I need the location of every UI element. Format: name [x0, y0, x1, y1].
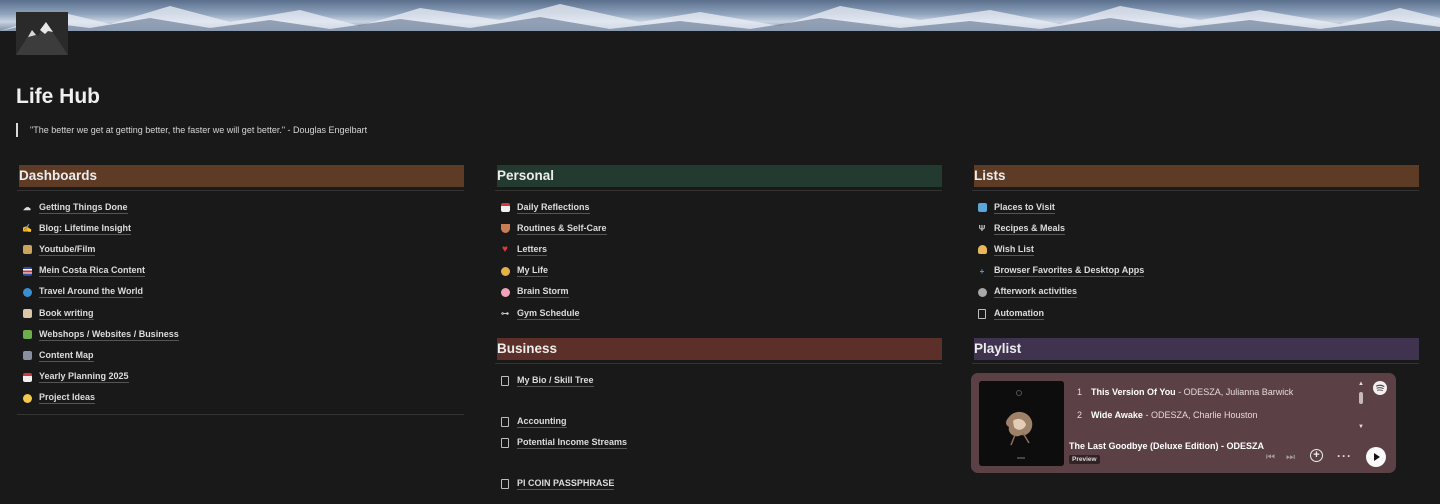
dumbbell-icon: ⊶ — [501, 309, 509, 319]
writing-hand-icon: ✍ — [22, 224, 32, 234]
heart-icon: ♥ — [502, 244, 508, 256]
divider — [17, 413, 464, 415]
page-icon — [499, 437, 511, 449]
flag-icon — [21, 265, 33, 277]
track-title: Wide Awake — [1091, 410, 1143, 420]
list-item[interactable]: ♥ Letters — [495, 239, 942, 260]
personal-heading: Personal — [495, 165, 942, 191]
bowl-icon — [499, 223, 511, 235]
track-row[interactable]: 2 Wide Awake - ODESZA, Charlie Houston — [1077, 410, 1258, 420]
list-item[interactable]: My Bio / Skill Tree — [495, 370, 942, 391]
list-item[interactable]: Webshops / Websites / Business — [17, 324, 464, 345]
scroll-up-icon[interactable]: ▲ — [1358, 381, 1364, 387]
list-item[interactable]: Places to Visit — [972, 197, 1419, 218]
page-icon — [499, 478, 511, 490]
list-item[interactable]: PI COIN PASSPHRASE — [495, 474, 942, 495]
page-icon — [499, 416, 511, 428]
lists-heading: Lists — [972, 165, 1419, 191]
scroll-down-icon[interactable]: ▼ — [1358, 424, 1364, 430]
dashboards-list: ☁ Getting Things Done ✍ Blog: Lifetime Ins… — [17, 197, 464, 409]
list-item[interactable]: ✍ Blog: Lifetime Insight — [17, 218, 464, 239]
list-item[interactable]: ☁ Getting Things Done — [17, 197, 464, 218]
dashboards-heading: Dashboards — [17, 165, 464, 191]
business-column: Business My Bio / Skill Tree Accounting … — [495, 338, 942, 495]
list-item[interactable]: Mein Costa Rica Content — [17, 261, 464, 282]
personal-list: Daily Reflections Routines & Self-Care ♥… — [495, 197, 942, 324]
play-button[interactable] — [1366, 447, 1386, 467]
cover-image — [0, 0, 1440, 31]
previous-track-icon[interactable]: ⏮ — [1266, 452, 1275, 463]
list-item[interactable]: Accounting — [495, 411, 942, 432]
lists-column: Lists Places to Visit Ψ Recipes & Meals W… — [972, 165, 1419, 324]
cloud-icon: ☁ — [23, 203, 31, 213]
list-item[interactable]: Potential Income Streams — [495, 432, 942, 453]
dashboards-column: Dashboards ☁ Getting Things Done ✍ Blog: L… — [17, 165, 464, 415]
personal-column: Personal Daily Reflections Routines & Se… — [495, 165, 942, 324]
list-item[interactable]: Project Ideas — [17, 388, 464, 409]
list-item[interactable]: Wish List — [972, 239, 1419, 260]
spotify-player[interactable]: 1 This Version Of You - ODESZA, Julianna … — [971, 373, 1396, 473]
lists-list: Places to Visit Ψ Recipes & Meals Wish Li… — [972, 197, 1419, 324]
next-track-icon[interactable]: ⏭ — [1286, 452, 1295, 463]
list-item[interactable]: Automation — [972, 303, 1419, 324]
page-title: Life Hub — [16, 85, 100, 108]
more-options-icon[interactable]: ··· — [1337, 449, 1352, 463]
list-item[interactable]: Yearly Planning 2025 — [17, 367, 464, 388]
business-list: My Bio / Skill Tree Accounting Potential… — [495, 370, 942, 495]
album-title: The Last Goodbye (Deluxe Edition) - ODES… — [1069, 441, 1265, 451]
track-artist: - ODESZA, Charlie Houston — [1142, 410, 1258, 420]
page-quote: "The better we get at getting better, th… — [16, 123, 367, 137]
track-artist: - ODESZA, Julianna Barwick — [1175, 387, 1294, 397]
lightbulb-icon — [21, 392, 33, 404]
spotify-icon[interactable] — [1373, 381, 1387, 395]
playlist-heading: Playlist — [972, 338, 1419, 364]
calendar-icon — [499, 202, 511, 214]
people-icon — [499, 265, 511, 277]
list-item[interactable]: Afterwork activities — [972, 282, 1419, 303]
fork-knife-icon: Ψ — [978, 224, 986, 234]
list-item[interactable]: Daily Reflections — [495, 197, 942, 218]
map-icon — [976, 202, 988, 214]
money-icon — [21, 329, 33, 341]
list-item[interactable]: Content Map — [17, 345, 464, 366]
track-row[interactable]: 1 This Version Of You - ODESZA, Julianna … — [1077, 387, 1293, 397]
calendar-icon — [21, 371, 33, 383]
computer-icon — [21, 350, 33, 362]
clapper-icon — [21, 244, 33, 256]
mountain-icon[interactable] — [16, 12, 68, 55]
plus-icon: + — [979, 266, 985, 276]
page-icon — [976, 308, 988, 320]
globe-icon — [21, 286, 33, 298]
pray-icon — [976, 244, 988, 256]
list-item[interactable]: Ψ Recipes & Meals — [972, 218, 1419, 239]
brain-icon — [499, 286, 511, 298]
list-item[interactable]: Youtube/Film — [17, 239, 464, 260]
list-item[interactable]: My Life — [495, 261, 942, 282]
dancer-icon — [976, 286, 988, 298]
album-art — [979, 381, 1064, 466]
list-item[interactable]: Routines & Self-Care — [495, 218, 942, 239]
playlist-column: Playlist — [972, 338, 1419, 364]
list-item[interactable]: + Browser Favorites & Desktop Apps — [972, 261, 1419, 282]
track-title: This Version Of You — [1091, 387, 1176, 397]
add-to-library-icon[interactable]: + — [1310, 449, 1323, 462]
scrollbar-thumb[interactable] — [1359, 392, 1363, 404]
list-item[interactable]: ⊶ Gym Schedule — [495, 303, 942, 324]
list-item[interactable]: Travel Around the World — [17, 282, 464, 303]
list-item[interactable]: Brain Storm — [495, 282, 942, 303]
business-heading: Business — [495, 338, 942, 364]
list-item[interactable]: Book writing — [17, 303, 464, 324]
page-icon — [499, 375, 511, 387]
book-icon — [21, 308, 33, 320]
preview-badge: Preview — [1069, 455, 1100, 464]
